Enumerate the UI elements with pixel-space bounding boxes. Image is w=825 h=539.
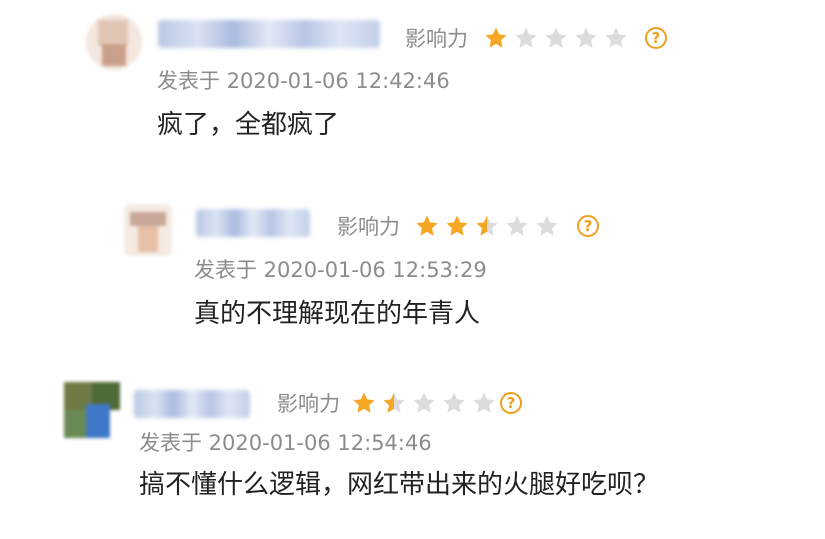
influence-label: 影响力 <box>277 392 340 416</box>
star-empty-icon <box>443 392 465 413</box>
comment-text: 搞不懂什么逻辑，网红带出来的火腿好吃呗？ <box>139 470 660 500</box>
comment-3: 影响力 ? 发表于 2020-01-06 12:54:46 搞不懂什么逻辑，网红… <box>0 0 825 539</box>
star-empty-icon <box>413 392 435 413</box>
help-icon[interactable]: ? <box>500 392 522 414</box>
rating-stars <box>352 388 502 416</box>
username-blurred[interactable] <box>134 390 250 418</box>
star-half-icon <box>383 392 405 413</box>
star-filled-icon <box>353 392 375 413</box>
post-date: 发表于 2020-01-06 12:54:46 <box>139 431 432 455</box>
avatar[interactable] <box>64 382 120 438</box>
star-empty-icon <box>473 392 495 413</box>
